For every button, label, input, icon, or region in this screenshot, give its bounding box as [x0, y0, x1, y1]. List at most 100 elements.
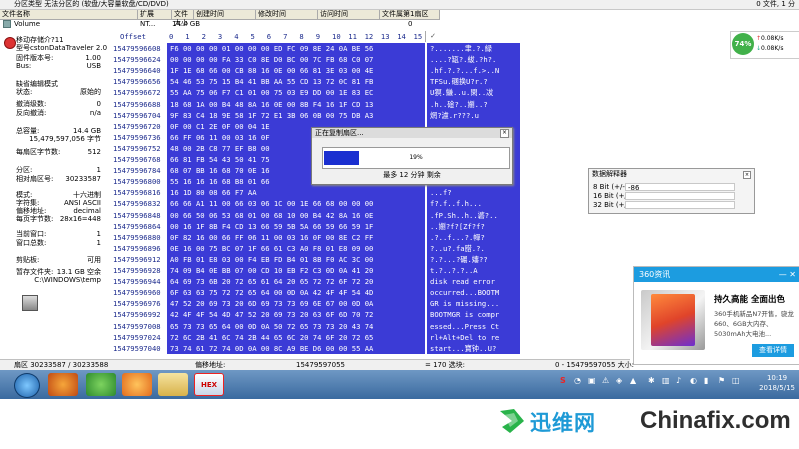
hex-row[interactable]: 65 73 73 65 64 00 0D 0A 50 72 65 73 73 2…: [170, 321, 373, 332]
network-speed-widget[interactable]: 74% ↑ 0.08K/s ↓ 0.08K/s: [730, 31, 799, 59]
start-button[interactable]: [14, 373, 40, 398]
hex-row[interactable]: 48 00 2B C8 77 EF B8 00: [170, 143, 270, 154]
hex-row[interactable]: 66 66 A1 11 00 66 03 06 1C 00 1E 66 68 0…: [170, 198, 373, 209]
clock[interactable]: 10:19 2018/5/15: [759, 373, 795, 393]
ascii-row[interactable]: .fP.Sh..h..碆?..: [430, 210, 498, 221]
volume-row[interactable]: Volume NT... 14.4 GB 0: [0, 20, 440, 29]
tray-icon[interactable]: ⚠: [602, 376, 609, 385]
app-icon[interactable]: [86, 373, 116, 396]
interp-8bit-field[interactable]: -86: [625, 183, 735, 192]
input-method-icon[interactable]: ◫: [732, 376, 740, 385]
close-icon[interactable]: ×: [743, 171, 751, 179]
tray-icon[interactable]: ▣: [588, 376, 596, 385]
ascii-row[interactable]: t.?..?.?..A: [430, 265, 478, 276]
interp-16bit-field[interactable]: [625, 192, 735, 200]
volume-icon: [3, 20, 11, 28]
folder-icon[interactable]: [158, 373, 188, 396]
hex-row[interactable]: 18 68 1A 00 B4 48 8A 16 0E 00 8B F4 16 1…: [170, 99, 373, 110]
hex-row[interactable]: F6 00 00 00 01 00 00 00 ED FC 09 8E 24 0…: [170, 43, 373, 54]
hex-row[interactable]: 00 16 1F 8B F4 CD 13 66 59 5B 5A 66 59 6…: [170, 221, 373, 232]
ascii-row[interactable]: ....?缻?.紱.?h?.: [430, 54, 496, 65]
security-icon[interactable]: ◐: [690, 376, 697, 385]
hex-row[interactable]: 0F 82 16 00 66 FF 06 11 00 03 16 0F 00 8…: [170, 232, 373, 243]
col-attr-sector[interactable]: 文件属第1扇区: [380, 10, 440, 19]
hex-row[interactable]: A0 FB 01 E8 03 00 F4 EB FD B4 01 8B F0 A…: [170, 254, 373, 265]
hex-row[interactable]: 42 4F 4F 54 4D 47 52 20 69 73 20 63 6F 6…: [170, 309, 373, 320]
close-icon[interactable]: ×: [500, 129, 509, 138]
ascii-row[interactable]: occurred...BOOTM: [430, 287, 499, 298]
ascii-row[interactable]: start...寶钟..U?: [430, 343, 496, 354]
hex-row[interactable]: 16 1D 80 08 66 F7 AA: [170, 187, 257, 198]
hex-row[interactable]: 00 66 50 06 53 68 01 00 68 10 00 B4 42 8…: [170, 210, 373, 221]
ascii-row[interactable]: disk read error: [430, 276, 495, 287]
app-icon[interactable]: [48, 373, 78, 396]
hex-row[interactable]: 6F 63 63 75 72 72 65 64 00 0D 0A 42 4F 4…: [170, 287, 373, 298]
ascii-row[interactable]: GR is missing...: [430, 298, 499, 309]
ascii-row[interactable]: rl+Alt+Del to re: [430, 332, 499, 343]
hex-row[interactable]: 00 00 00 00 FA 33 C0 8E D0 BC 00 7C FB 6…: [170, 54, 373, 65]
hex-row[interactable]: 66 81 FB 54 43 50 41 75: [170, 154, 270, 165]
reverse-undo-label: 反向撤消:: [16, 109, 47, 117]
ascii-row[interactable]: ?..u?.fa腊.?.: [430, 243, 485, 254]
hex-row[interactable]: 55 AA 75 06 F7 C1 01 00 75 03 E9 DD 00 1…: [170, 87, 373, 98]
hex-row[interactable]: 68 07 BB 16 68 70 0E 16: [170, 165, 270, 176]
hex-row[interactable]: 54 46 53 75 15 B4 41 BB AA 55 CD 13 72 0…: [170, 76, 373, 87]
relative-sector-label: 相对扇区号:: [16, 175, 54, 183]
ascii-row[interactable]: .?..f...?.幝?: [430, 232, 485, 243]
ascii-row[interactable]: U猽.鰜..u.閑..冹: [430, 87, 493, 98]
undo-count-label: 撤消级数:: [16, 100, 47, 108]
ascii-row[interactable]: .h..碒?..嬼..?: [430, 99, 488, 110]
hex-row[interactable]: 64 69 73 6B 20 72 65 61 64 20 65 72 72 6…: [170, 276, 373, 287]
ascii-row[interactable]: 焹?濾.r???.u: [430, 110, 479, 121]
hex-row[interactable]: 9F 83 C4 18 9E 58 1F 72 E1 3B 06 0B 00 7…: [170, 110, 373, 121]
ascii-row[interactable]: essed...Press Ct: [430, 321, 499, 332]
tray-icon[interactable]: ◔: [574, 376, 581, 385]
ad-title[interactable]: 持久高能 全面出色: [714, 293, 785, 305]
ascii-row[interactable]: f?.f..f.h...: [430, 198, 482, 209]
tray-s-icon[interactable]: S: [560, 376, 566, 385]
col-modified[interactable]: 修改时间: [256, 10, 318, 19]
view-details-button[interactable]: 查看详情: [752, 344, 794, 357]
network-icon[interactable]: ▥: [662, 376, 670, 385]
col-accessed[interactable]: 访问时间: [318, 10, 380, 19]
hex-row[interactable]: 1F 1E 68 66 00 CB 88 16 0E 00 66 81 3E 0…: [170, 65, 373, 76]
col-created[interactable]: 创建时间: [194, 10, 256, 19]
hex-row[interactable]: 47 52 20 69 73 20 6D 69 73 73 69 6E 67 0…: [170, 298, 373, 309]
phone-image[interactable]: [641, 290, 705, 350]
ascii-row[interactable]: TFSu.碅换U?r.?: [430, 76, 488, 87]
ascii-row[interactable]: ?.?...?碾.嬸??: [430, 254, 488, 265]
ascii-row[interactable]: ...f?: [430, 187, 452, 198]
relative-sector-value: 30233587: [65, 175, 101, 183]
ascii-row[interactable]: BOOTMGR is compr: [430, 309, 499, 320]
col-ext[interactable]: 扩展: [138, 10, 172, 19]
app-icon[interactable]: [122, 373, 152, 396]
flag-icon[interactable]: ⚑: [718, 376, 725, 385]
total-capacity-bytes: 15,479,597,056 字节: [29, 135, 101, 143]
state-value: 原始的: [80, 88, 101, 96]
undo-count-value: 0: [96, 100, 101, 108]
hex-row[interactable]: 66 FF 06 11 00 03 16 0F: [170, 132, 270, 143]
winhex-icon[interactable]: HEX: [194, 373, 224, 396]
interp-32bit-field[interactable]: [625, 201, 735, 209]
hex-row[interactable]: 74 09 B4 0E BB 07 00 CD 10 EB F2 C3 0D 0…: [170, 265, 373, 276]
hex-row[interactable]: 72 6C 2B 41 6C 74 2B 44 65 6C 20 74 6F 2…: [170, 332, 373, 343]
tray-icon[interactable]: ◈: [616, 376, 622, 385]
tray-icon[interactable]: ▲: [630, 376, 636, 385]
ascii-row[interactable]: ..嬼?f?[Zf?f?: [430, 221, 485, 232]
col-filename[interactable]: 文件名称: [0, 10, 138, 19]
close-icon[interactable]: — ✕: [779, 267, 796, 282]
hex-row[interactable]: 0E 16 00 75 BC 07 1F 66 61 C3 A0 F8 01 E…: [170, 243, 373, 254]
news-popup[interactable]: 360资讯 — ✕ 持久高能 全面出色 360手机新品N7开售，骁龙 660、6…: [633, 266, 799, 365]
col-size[interactable]: 文件大小: [172, 10, 194, 27]
hex-column-number: 2: [201, 32, 206, 41]
hex-row[interactable]: 55 16 16 16 68 B8 01 66: [170, 176, 270, 187]
battery-icon[interactable]: ▮: [704, 376, 708, 385]
hex-row[interactable]: 0F 00 C1 2E 0F 00 04 1E: [170, 121, 270, 132]
temp-folder-label: 暂存文件夹:: [16, 268, 54, 276]
ascii-row[interactable]: .hf.?.?...f.>..N: [430, 65, 499, 76]
bluetooth-icon[interactable]: ✱: [648, 376, 655, 385]
volume-icon[interactable]: ♪: [676, 376, 681, 385]
hex-row[interactable]: 73 74 61 72 74 0D 0A 00 8C A9 BE D6 00 0…: [170, 343, 373, 354]
ascii-row[interactable]: ?.......聿.?.緑: [430, 43, 492, 54]
bytes-per-sector-value: 512: [87, 148, 101, 156]
